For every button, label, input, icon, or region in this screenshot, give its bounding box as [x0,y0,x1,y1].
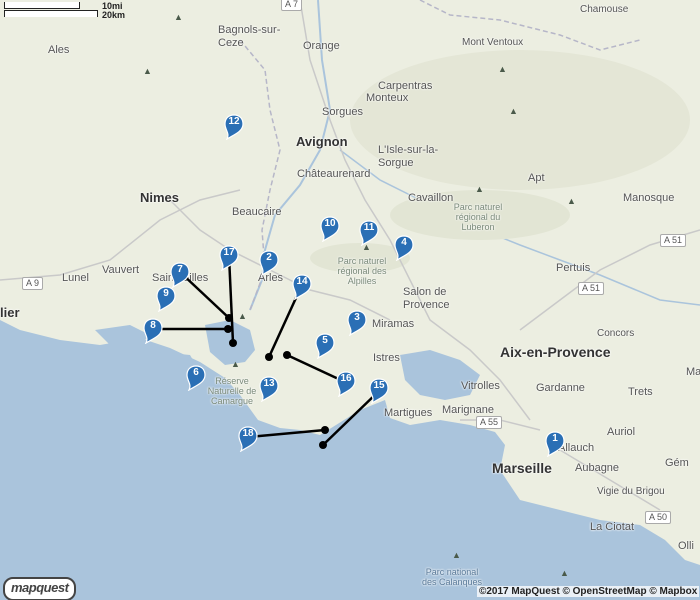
marker-label: 18 [242,428,254,439]
map-marker-7[interactable]: 7 [170,262,190,288]
marker-label: 13 [263,378,275,389]
marker-label: 15 [373,380,385,391]
marker-label: 11 [363,222,375,233]
marker-label: 7 [177,264,183,275]
marker-label: 6 [193,367,199,378]
map-marker-12[interactable]: 12 [224,114,244,140]
route-segment-18 [247,428,326,439]
map-marker-6[interactable]: 6 [186,365,206,391]
map-marker-16[interactable]: 16 [336,371,356,397]
map-marker-8[interactable]: 8 [143,318,163,344]
attribution-text[interactable]: ©2017 MapQuest © OpenStreetMap © Mapbox [477,586,700,597]
marker-label: 2 [266,252,272,263]
marker-label: 12 [228,116,240,127]
waypoint-dot[interactable] [229,339,237,347]
map-marker-11[interactable]: 11 [359,220,379,246]
map-marker-9[interactable]: 9 [156,286,176,312]
map-marker-18[interactable]: 18 [238,426,258,452]
map-marker-10[interactable]: 10 [320,216,340,242]
map-marker-17[interactable]: 17 [219,245,239,271]
marker-label: 4 [401,237,407,248]
waypoint-dot[interactable] [321,426,329,434]
map-marker-1[interactable]: 1 [545,431,565,457]
map-canvas[interactable]: Ales Bagnols-sur- Ceze Orange Mont Vento… [0,0,700,600]
route-layer [153,255,380,449]
waypoint-dot[interactable] [265,353,273,361]
marker-label: 3 [354,312,360,323]
marker-label: 17 [223,247,235,258]
scale-bar-miles [4,2,80,9]
marker-label: 9 [163,288,169,299]
marker-label: 10 [324,218,336,229]
scale-label-km: 20km [102,10,126,20]
waypoint-dot[interactable] [225,314,233,322]
waypoint-dot[interactable] [283,351,291,359]
marker-label: 8 [150,320,156,331]
map-marker-4[interactable]: 4 [394,235,414,261]
marker-label: 5 [322,335,328,346]
map-marker-14[interactable]: 14 [292,274,312,300]
map-marker-13[interactable]: 13 [259,376,279,402]
waypoint-dot[interactable] [319,441,327,449]
map-marker-3[interactable]: 3 [347,310,367,336]
map-marker-2[interactable]: 2 [259,250,279,276]
map-marker-15[interactable]: 15 [369,378,389,404]
marker-label: 1 [552,433,558,444]
mapquest-logo[interactable]: mapquest [3,577,77,600]
marker-label: 16 [340,373,352,384]
marker-label: 14 [296,276,308,287]
scale-bar-km [4,10,98,17]
waypoint-dot[interactable] [224,325,232,333]
map-marker-5[interactable]: 5 [315,333,335,359]
